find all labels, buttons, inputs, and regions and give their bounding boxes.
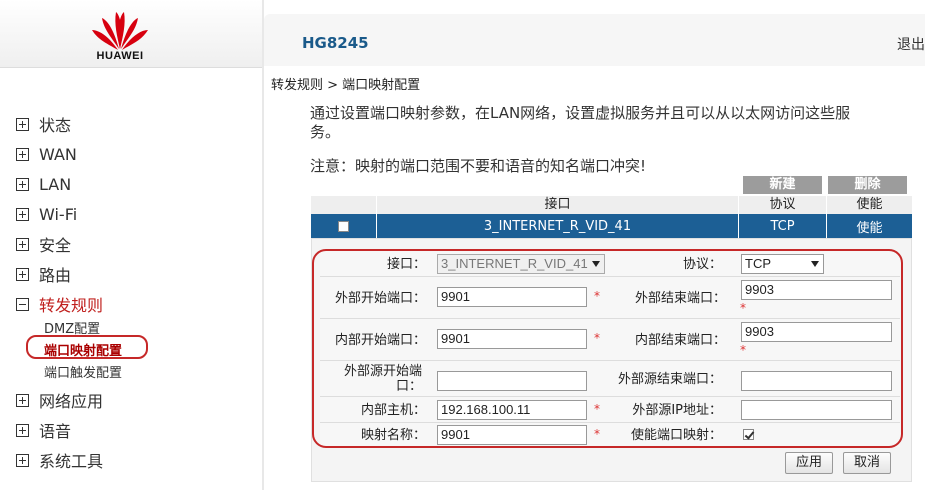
annotation-circle xyxy=(26,335,148,359)
menu-label: Wi-Fi xyxy=(39,204,78,224)
table-row[interactable]: 3_INTERNET_R_VID_41 TCP 使能 xyxy=(311,214,912,238)
src-ip-label: 外部源IP地址： xyxy=(632,403,722,418)
ext-end-input[interactable]: 9903 xyxy=(741,280,892,300)
header-enable: 使能 xyxy=(826,196,912,214)
protocol-label: 协议： xyxy=(682,257,722,272)
row-enable: 使能 xyxy=(826,214,912,238)
required-mark: * xyxy=(594,427,600,441)
header: HG8245 退出 xyxy=(264,14,925,66)
expand-icon xyxy=(16,393,29,407)
menu-label: WAN xyxy=(39,144,77,164)
chevron-down-icon xyxy=(592,261,600,267)
edit-panel: 接口： 3_INTERNET_R_VID_41 协议： TCP 外部开始端口： … xyxy=(311,238,912,482)
src-end-input[interactable] xyxy=(741,371,892,391)
expand-icon xyxy=(16,423,29,437)
menu-item-wan[interactable]: WAN xyxy=(16,142,77,166)
header-protocol: 协议 xyxy=(738,196,826,214)
logout-link[interactable]: 退出 xyxy=(897,34,925,54)
menu-label: 安全 xyxy=(39,236,72,255)
form-row: 外部开始端口： 9901 * 外部结束端口： 9903 * xyxy=(320,277,900,319)
menu-item-security[interactable]: 安全 xyxy=(16,232,71,256)
menu-item-route[interactable]: 路由 xyxy=(16,262,71,286)
page-description: 通过设置端口映射参数，在LAN网络，设置虚拟服务并且可以从以太网访问这些服务。 xyxy=(310,104,851,141)
header-select xyxy=(311,196,376,214)
mapping-name-input[interactable]: 9901 xyxy=(437,425,587,445)
required-mark: * xyxy=(594,402,600,416)
sidebar: HUAWEI 状态 WAN LAN Wi-Fi 安全 路由 转发规则 DMZ配置… xyxy=(0,0,262,490)
menu-item-lan[interactable]: LAN xyxy=(16,172,71,196)
expand-icon xyxy=(16,207,29,221)
required-mark: * xyxy=(740,301,746,315)
form-row: 外部源开始端口： 外部源结束端口： xyxy=(320,361,900,397)
ext-start-label: 外部开始端口： xyxy=(334,291,426,306)
expand-icon xyxy=(16,117,29,131)
row-select-cell xyxy=(311,214,376,238)
enable-label: 使能端口映射： xyxy=(630,428,722,443)
header-interface: 接口 xyxy=(376,196,738,214)
enable-checkbox[interactable] xyxy=(743,429,754,440)
menu-label: 语音 xyxy=(39,422,72,441)
row-interface: 3_INTERNET_R_VID_41 xyxy=(376,214,738,238)
ext-end-label: 外部结束端口： xyxy=(634,291,726,306)
apply-button[interactable]: 应用 xyxy=(785,452,833,474)
int-start-input[interactable]: 9901 xyxy=(437,329,587,349)
huawei-logo-icon xyxy=(92,12,148,50)
menu-label: 转发规则 xyxy=(39,296,104,315)
protocol-select[interactable]: TCP xyxy=(741,254,824,274)
cancel-button[interactable]: 取消 xyxy=(843,452,891,474)
menu-label: 网络应用 xyxy=(39,392,104,411)
submenu-item-port-trigger[interactable]: 端口触发配置 xyxy=(44,362,122,381)
src-start-input[interactable] xyxy=(437,371,587,391)
page-notice: 注意：映射的端口范围不要和语音的知名端口冲突! xyxy=(310,157,647,175)
form-row: 内部开始端口： 9901 * 内部结束端口： 9903 * xyxy=(320,319,900,361)
expand-icon xyxy=(16,147,29,161)
brand-name: HUAWEI xyxy=(96,50,144,62)
ext-start-input[interactable]: 9901 xyxy=(437,287,587,307)
device-model: HG8245 xyxy=(302,34,369,52)
expand-icon xyxy=(16,453,29,467)
form-row: 接口： 3_INTERNET_R_VID_41 协议： TCP xyxy=(320,251,900,277)
divider xyxy=(262,0,264,490)
menu-item-network-apps[interactable]: 网络应用 xyxy=(16,388,103,412)
int-end-label: 内部结束端口： xyxy=(634,333,726,348)
interface-select[interactable]: 3_INTERNET_R_VID_41 xyxy=(437,254,605,274)
interface-value: 3_INTERNET_R_VID_41 xyxy=(441,256,588,271)
chevron-down-icon xyxy=(811,261,819,267)
menu-item-status[interactable]: 状态 xyxy=(16,112,71,136)
int-end-input[interactable]: 9903 xyxy=(741,322,892,342)
new-button[interactable]: 新建 xyxy=(743,176,822,194)
row-checkbox[interactable] xyxy=(338,220,349,232)
menu-label: 状态 xyxy=(39,116,72,135)
logo-area: HUAWEI xyxy=(0,0,262,68)
required-mark: * xyxy=(594,331,600,345)
host-input[interactable]: 192.168.100.11 xyxy=(437,400,587,420)
name-label: 映射名称： xyxy=(360,428,426,443)
menu-item-system-tools[interactable]: 系统工具 xyxy=(16,448,103,472)
menu-item-forward-rules[interactable]: 转发规则 xyxy=(16,292,103,316)
breadcrumb: 转发规则 > 端口映射配置 xyxy=(271,78,421,93)
src-start-label: 外部源开始端口： xyxy=(343,364,422,394)
interface-label: 接口： xyxy=(386,257,426,272)
src-ip-input[interactable] xyxy=(741,400,892,420)
menu-item-wifi[interactable]: Wi-Fi xyxy=(16,202,77,226)
protocol-value: TCP xyxy=(745,256,771,271)
expand-icon xyxy=(16,237,29,251)
form-row: 内部主机： 192.168.100.11 * 外部源IP地址： xyxy=(320,397,900,423)
required-mark: * xyxy=(594,289,600,303)
expand-icon xyxy=(16,267,29,281)
menu-label: 路由 xyxy=(39,266,72,285)
expand-icon xyxy=(16,177,29,191)
form-row: 映射名称： 9901 * 使能端口映射： xyxy=(320,423,900,447)
table-header: 接口 协议 使能 xyxy=(311,196,912,214)
int-start-label: 内部开始端口： xyxy=(334,333,426,348)
row-protocol: TCP xyxy=(738,214,826,238)
src-end-label: 外部源结束端口： xyxy=(617,372,722,387)
host-label: 内部主机： xyxy=(360,403,426,418)
menu-label: 系统工具 xyxy=(39,452,104,471)
delete-button[interactable]: 删除 xyxy=(828,176,907,194)
required-mark: * xyxy=(740,343,746,357)
menu-item-voice[interactable]: 语音 xyxy=(16,418,71,442)
collapse-icon xyxy=(16,297,29,311)
menu-label: LAN xyxy=(39,174,72,194)
